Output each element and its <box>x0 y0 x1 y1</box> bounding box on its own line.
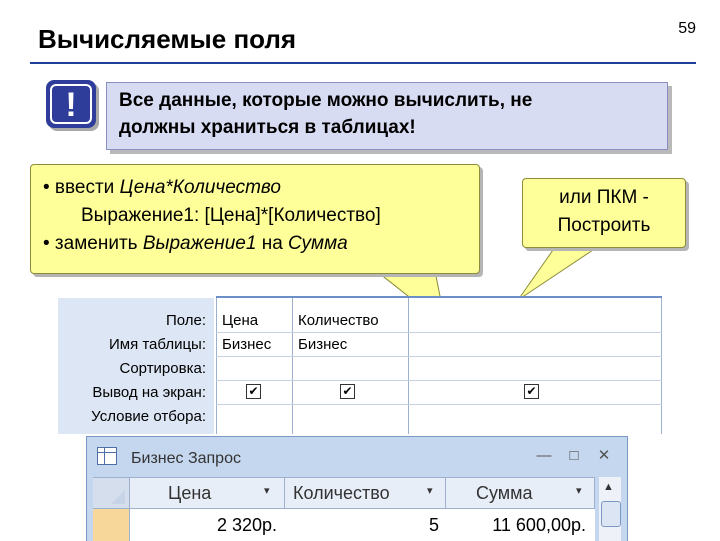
minimize-icon[interactable]: — <box>535 447 553 465</box>
sort-arrow-icon[interactable]: ▾ <box>576 484 582 497</box>
column-header-price[interactable]: Цена ▾ <box>130 478 285 508</box>
callout-left-row-2: Выражение1: [Цена]*[Количество] <box>81 205 381 226</box>
show-checkbox[interactable]: ✔ <box>246 384 261 399</box>
vertical-scrollbar[interactable]: ▲ <box>599 477 621 541</box>
select-all-button[interactable] <box>93 478 130 508</box>
datasheet-header: Цена ▾ Количество ▾ Сумма ▾ <box>93 477 595 509</box>
grid-top-border <box>216 296 662 298</box>
row-separator <box>216 380 662 381</box>
query-result-window: Бизнес Запрос — □ ✕ Цена ▾ Количество ▾ … <box>86 436 628 541</box>
grid-table-cell[interactable]: Бизнес <box>298 336 347 353</box>
column-label: Количество <box>293 483 390 503</box>
grid-row-labels: Поле: Имя таблицы: Сортировка: Вывод на … <box>58 298 214 434</box>
row-separator <box>216 404 662 405</box>
grid-field-cell[interactable]: Цена <box>222 312 258 329</box>
callout-right-line-2: Построить <box>557 215 651 236</box>
col-separator <box>661 298 662 434</box>
sort-arrow-icon[interactable]: ▾ <box>427 484 433 497</box>
callout-right: или ПКМ - Построить <box>522 178 686 248</box>
query-design-grid: Поле: Имя таблицы: Сортировка: Вывод на … <box>58 296 662 434</box>
row-label-table: Имя таблицы: <box>108 336 206 353</box>
scroll-thumb[interactable] <box>601 501 621 527</box>
sort-arrow-icon[interactable]: ▾ <box>264 484 270 497</box>
column-label: Цена <box>168 483 212 503</box>
cell-sum[interactable]: 11 600,00р. <box>446 515 586 536</box>
column-header-sum[interactable]: Сумма ▾ <box>446 478 595 508</box>
callout-left: • ввести Цена*Количество Выражение1: [Це… <box>30 164 480 274</box>
datasheet-row: 2 320р. 5 11 600,00р. <box>93 509 595 541</box>
row-separator <box>216 332 662 333</box>
column-label: Сумма <box>476 483 533 503</box>
close-icon[interactable]: ✕ <box>595 447 613 465</box>
show-checkbox[interactable]: ✔ <box>524 384 539 399</box>
column-header-quantity[interactable]: Количество ▾ <box>285 478 446 508</box>
maximize-icon[interactable]: □ <box>565 447 583 465</box>
row-separator <box>216 356 662 357</box>
cell-quantity[interactable]: 5 <box>285 515 439 536</box>
callout-left-row-3: • заменить Выражение1 на Сумма <box>43 233 348 254</box>
col-separator <box>292 298 293 434</box>
row-label-criteria: Условие отбора: <box>91 408 206 425</box>
cell-price[interactable]: 2 320р. <box>133 515 277 536</box>
callout-left-row-1: • ввести Цена*Количество <box>43 177 282 198</box>
row-selector[interactable] <box>93 509 130 541</box>
show-checkbox[interactable]: ✔ <box>340 384 355 399</box>
row-label-field: Поле: <box>165 312 206 329</box>
col-separator <box>216 298 217 434</box>
row-label-show: Вывод на экран: <box>92 384 206 401</box>
scroll-up-icon[interactable]: ▲ <box>603 481 614 493</box>
callout-right-line-1: или ПКМ - <box>559 187 649 208</box>
col-separator <box>408 298 409 434</box>
window-title: Бизнес Запрос <box>131 450 241 467</box>
grid-table-cell[interactable]: Бизнес <box>222 336 271 353</box>
callout-right-tail <box>517 239 610 301</box>
row-label-sort: Сортировка: <box>119 360 207 377</box>
grid-field-cell[interactable]: Количество <box>298 312 379 329</box>
datasheet-icon <box>97 447 117 465</box>
